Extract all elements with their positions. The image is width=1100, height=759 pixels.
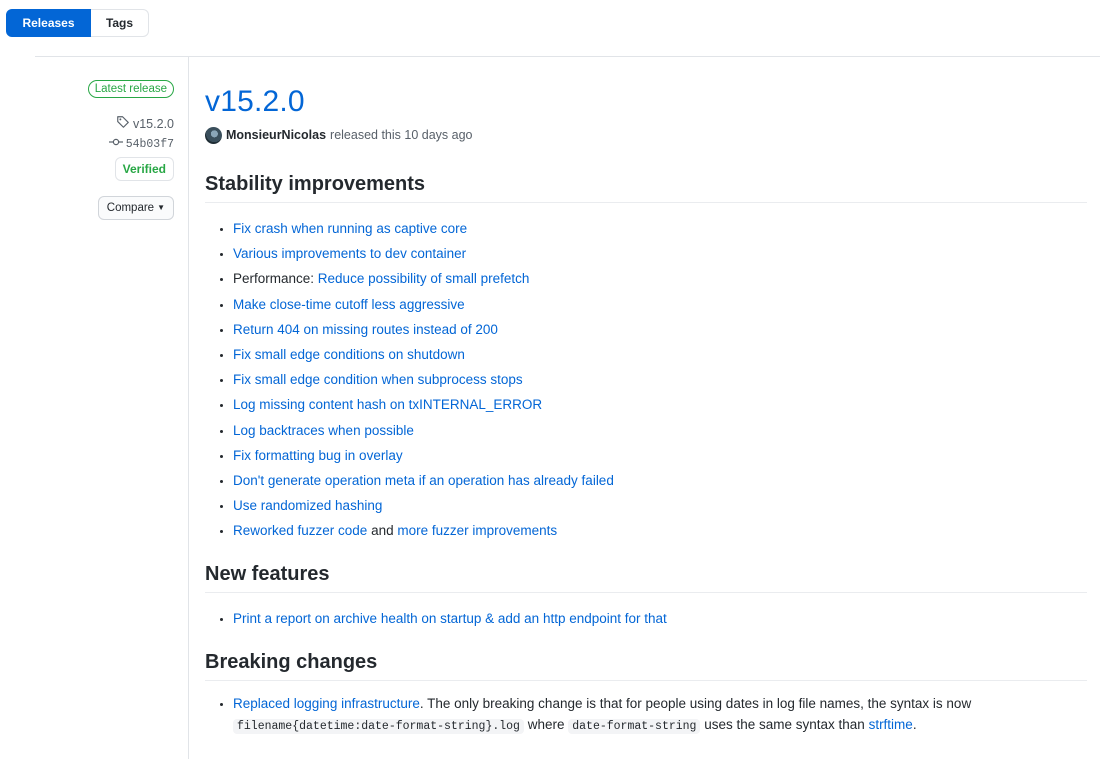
performance-prefix: Performance: [233, 271, 318, 287]
released-text: released this 10 days ago [330, 128, 473, 142]
release-tabs: Releases Tags [6, 9, 149, 37]
release-body: v15.2.0 MonsieurNicolas released this 10… [205, 84, 1087, 737]
list-item: Fix formatting bug in overlay [233, 443, 1087, 468]
item-link[interactable]: Fix small edge condition when subprocess… [233, 372, 523, 387]
item-link[interactable]: Fix small edge conditions on shutdown [233, 347, 465, 362]
compare-label: Compare [106, 202, 155, 214]
list-item: Return 404 on missing routes instead of … [233, 317, 1087, 342]
list-item: Log missing content hash on txINTERNAL_E… [233, 392, 1087, 417]
release-title[interactable]: v15.2.0 [205, 84, 1087, 120]
list-item: Don't generate operation meta if an oper… [233, 468, 1087, 493]
new-features-heading: New features [205, 561, 1087, 593]
caret-down-icon: ▼ [157, 203, 165, 212]
logging-link[interactable]: Replaced logging infrastructure [233, 696, 420, 711]
tab-tags[interactable]: Tags [91, 9, 149, 37]
item-link[interactable]: Fix crash when running as captive core [233, 221, 467, 236]
breaking-text: . The only breaking change is that for p… [419, 695, 972, 711]
item-link[interactable]: Log backtraces when possible [233, 423, 414, 438]
timeline-divider [188, 57, 189, 759]
code-snippet: date-format-string [568, 718, 701, 734]
list-item: Fix crash when running as captive core [233, 216, 1087, 241]
compare-button[interactable]: Compare ▼ [97, 196, 174, 220]
list-item: Replaced logging infrastructure. The onl… [233, 693, 1087, 737]
breaking-changes-heading: Breaking changes [205, 649, 1087, 681]
item-link[interactable]: Use randomized hashing [233, 498, 382, 513]
breaking-text: . [912, 716, 917, 732]
breaking-text: where [523, 716, 569, 732]
item-link[interactable]: Fix formatting bug in overlay [233, 448, 403, 463]
tag-name: v15.2.0 [132, 116, 174, 131]
commit-sha: 54b03f7 [125, 137, 174, 151]
item-link[interactable]: Log missing content hash on txINTERNAL_E… [233, 397, 542, 412]
avatar[interactable] [205, 126, 222, 144]
tag-icon [116, 115, 130, 132]
commit-icon [108, 137, 123, 151]
list-item: Fix small edge condition when subprocess… [233, 367, 1087, 392]
commit-link[interactable]: 54b03f7 [108, 137, 174, 151]
tab-releases[interactable]: Releases [6, 9, 91, 37]
list-item: Use randomized hashing [233, 493, 1087, 518]
list-item: Make close-time cutoff less aggressive [233, 292, 1087, 317]
item-link[interactable]: Don't generate operation meta if an oper… [233, 473, 614, 488]
latest-release-badge: Latest release [87, 80, 174, 98]
author-name[interactable]: MonsieurNicolas [226, 128, 326, 142]
item-link[interactable]: Reduce possibility of small prefetch [318, 271, 530, 286]
breaking-text: uses the same syntax than [700, 716, 869, 732]
header-divider [35, 56, 1100, 57]
list-item: Performance: Reduce possibility of small… [233, 266, 1087, 291]
stability-heading: Stability improvements [205, 171, 1087, 203]
list-item: Various improvements to dev container [233, 241, 1087, 266]
list-item: Reworked fuzzer code and more fuzzer imp… [233, 518, 1087, 543]
strftime-link[interactable]: strftime [869, 717, 913, 732]
item-link[interactable]: Various improvements to dev container [233, 246, 466, 261]
list-item: Fix small edge conditions on shutdown [233, 342, 1087, 367]
breaking-changes-list: Replaced logging infrastructure. The onl… [205, 693, 1087, 737]
tag-link[interactable]: v15.2.0 [116, 115, 174, 132]
item-link[interactable]: Print a report on archive health on star… [233, 611, 667, 626]
item-link[interactable]: Return 404 on missing routes instead of … [233, 322, 498, 337]
release-author-line: MonsieurNicolas released this 10 days ag… [205, 126, 1087, 144]
and-text: and [367, 523, 398, 539]
stability-list: Fix crash when running as captive core V… [205, 216, 1087, 544]
fuzzer-improvements-link[interactable]: more fuzzer improvements [397, 523, 557, 538]
item-link[interactable]: Make close-time cutoff less aggressive [233, 297, 465, 312]
code-snippet: filename{datetime:date-format-string}.lo… [233, 718, 524, 734]
list-item: Log backtraces when possible [233, 418, 1087, 443]
new-features-list: Print a report on archive health on star… [205, 606, 1087, 631]
list-item: Print a report on archive health on star… [233, 606, 1087, 631]
verified-badge[interactable]: Verified [114, 157, 174, 181]
fuzzer-code-link[interactable]: Reworked fuzzer code [233, 523, 367, 538]
